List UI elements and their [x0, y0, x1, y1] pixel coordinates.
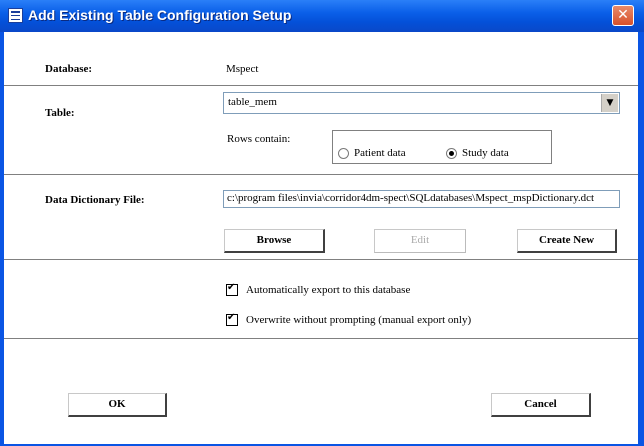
checkbox-box[interactable] [226, 312, 238, 326]
divider [4, 85, 638, 87]
checkbox-label: Automatically export to this database [246, 284, 411, 296]
radio-study-data[interactable]: Study data [446, 147, 509, 159]
dictionary-path-field[interactable]: c:\program files\invia\corridor4dm-spect… [223, 190, 620, 208]
chevron-down-icon[interactable]: ▼ [601, 94, 618, 112]
title-bar[interactable]: Add Existing Table Configuration Setup ✕ [0, 0, 644, 32]
rows-contain-label: Rows contain: [227, 133, 291, 145]
radio-patient-data[interactable]: Patient data [338, 147, 406, 159]
create-new-button[interactable]: Create New [517, 229, 617, 253]
table-select[interactable]: table_mem ▼ [223, 92, 620, 114]
close-icon: ✕ [617, 7, 629, 23]
database-label: Database: [45, 63, 93, 75]
browse-button[interactable]: Browse [224, 229, 325, 253]
edit-button[interactable]: Edit [374, 229, 466, 253]
dialog-window: Add Existing Table Configuration Setup ✕… [0, 0, 644, 446]
radio-button[interactable] [446, 147, 457, 159]
checkbox-label: Overwrite without prompting (manual expo… [246, 314, 472, 326]
divider [4, 174, 638, 176]
table-select-value: table_mem [228, 96, 277, 108]
checkbox-box[interactable] [226, 282, 238, 296]
window-icon [8, 8, 23, 23]
radio-button[interactable] [338, 147, 349, 159]
divider [4, 259, 638, 261]
window-title: Add Existing Table Configuration Setup [28, 7, 292, 23]
radio-label: Patient data [354, 147, 406, 159]
database-value: Mspect [226, 63, 259, 75]
overwrite-checkbox[interactable]: Overwrite without prompting (manual expo… [226, 312, 472, 326]
table-label: Table: [45, 107, 75, 119]
ok-button[interactable]: OK [68, 393, 167, 417]
dictionary-label: Data Dictionary File: [45, 194, 145, 206]
divider [4, 338, 638, 340]
cancel-button[interactable]: Cancel [491, 393, 591, 417]
close-button[interactable]: ✕ [612, 5, 634, 26]
radio-label: Study data [462, 147, 509, 159]
auto-export-checkbox[interactable]: Automatically export to this database [226, 282, 411, 296]
